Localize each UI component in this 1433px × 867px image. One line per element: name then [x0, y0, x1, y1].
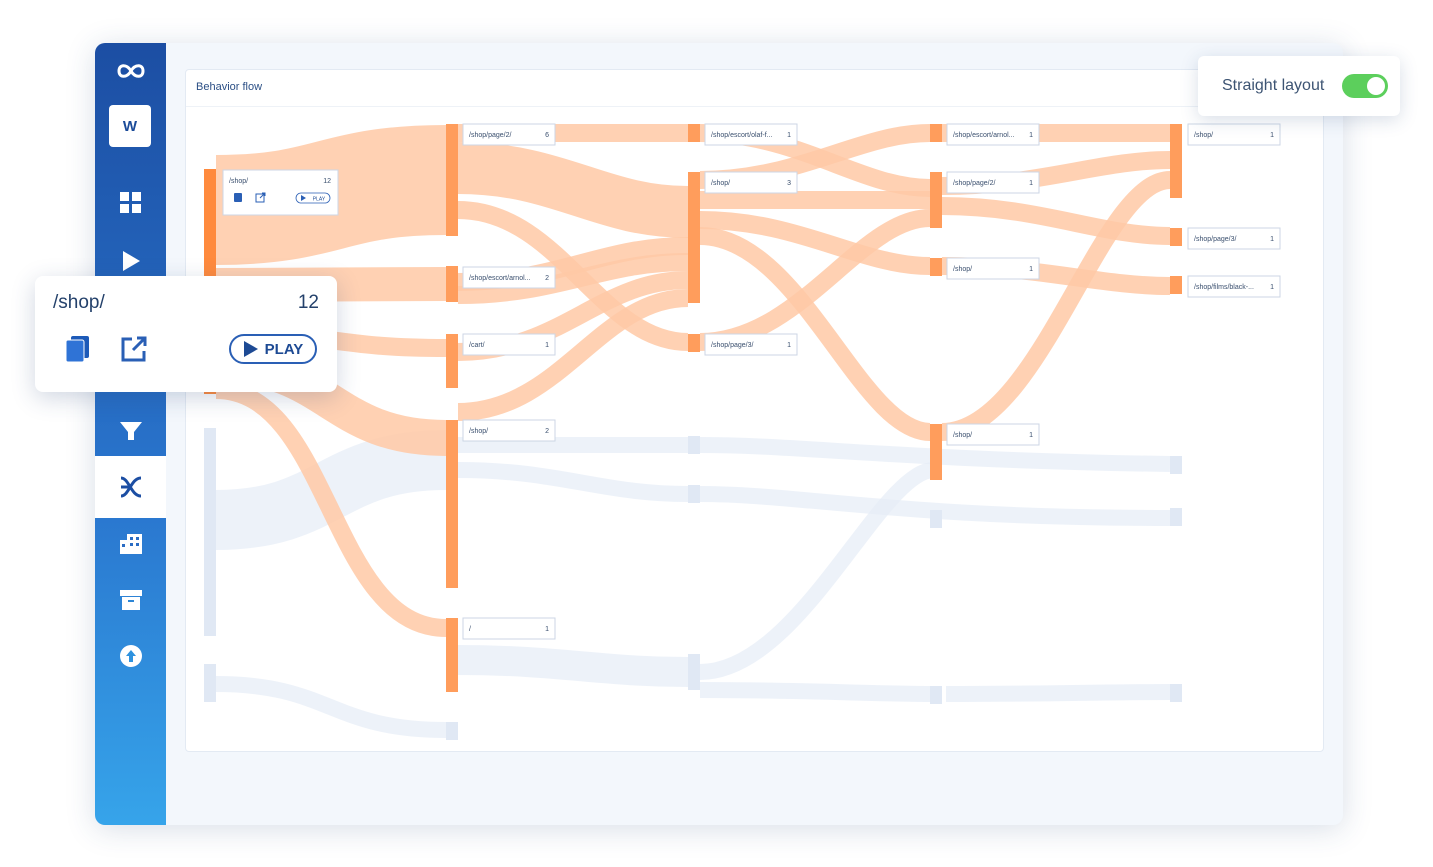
node-path: /shop/	[469, 428, 488, 435]
node-path: /shop/escort/arnol...	[953, 132, 1015, 139]
node-path: /shop/escort/arnol...	[469, 275, 531, 282]
behavior-flow-diagram: /shop/ 12 PLAY /shop/page/2/6/shop/escor…	[204, 123, 1281, 740]
node-label-card[interactable]: /shop/1	[946, 257, 1040, 280]
node-label-card[interactable]: /shop/page/3/1	[1187, 227, 1281, 250]
node-label-box	[462, 617, 556, 640]
toggle-knob	[1367, 77, 1385, 95]
node-path: /shop/page/3/	[711, 342, 753, 349]
start-node-card[interactable]: /shop/ 12 PLAY	[222, 169, 339, 216]
node-path: /shop/films/black-...	[1194, 284, 1254, 291]
node-label-card[interactable]: /shop/page/2/1	[946, 171, 1040, 194]
node-count: 1	[545, 342, 549, 349]
node-path: /shop/	[953, 266, 972, 273]
node-label-card[interactable]: /shop/escort/olaf-f... 1	[704, 123, 798, 146]
node-path: /shop/page/2/	[469, 132, 511, 139]
node-count: 1	[545, 626, 549, 633]
node-path: /shop/	[953, 432, 972, 439]
copy-icon[interactable]	[65, 336, 91, 364]
popover-path: /shop/	[53, 292, 105, 313]
node-count: 1	[787, 342, 791, 349]
node-path: /shop/	[711, 180, 730, 187]
node-path: /shop/escort/olaf-f...	[711, 132, 773, 139]
start-node-count: 12	[323, 178, 331, 185]
node-path: /cart/	[469, 342, 485, 349]
node-count: 1	[1270, 236, 1274, 243]
node-label-card[interactable]: /shop/page/3/1	[704, 333, 798, 356]
node-count: 1	[1029, 432, 1033, 439]
node-count: 2	[545, 275, 549, 282]
straight-layout-toggle[interactable]	[1342, 74, 1388, 98]
node-label-card[interactable]: /shop/2	[462, 419, 556, 442]
play-button[interactable]: PLAY	[229, 334, 317, 364]
node-label-card[interactable]: /shop/1	[946, 423, 1040, 446]
node-count: 6	[545, 132, 549, 139]
node-label-card[interactable]: /shop/page/2/6	[462, 123, 556, 146]
node-path: /shop/page/3/	[1194, 236, 1236, 243]
start-node-path: /shop/	[229, 178, 248, 185]
node-label-card[interactable]: /shop/escort/arnol... 1	[946, 123, 1040, 146]
straight-layout-label: Straight layout	[1222, 77, 1325, 94]
node-label-card[interactable]: /shop/3	[704, 171, 798, 194]
external-link-icon[interactable]	[121, 336, 147, 362]
node-label-card[interactable]: /cart/1	[462, 333, 556, 356]
node-count: 1	[1029, 266, 1033, 273]
play-icon	[243, 341, 258, 357]
node-count: 3	[787, 180, 791, 187]
straight-layout-card: Straight layout	[1198, 56, 1400, 116]
node-path: /	[469, 626, 471, 633]
node-count: 1	[1270, 132, 1274, 139]
copy-icon[interactable]	[234, 193, 242, 202]
node-count: 2	[545, 428, 549, 435]
node-count: 1	[1029, 132, 1033, 139]
node-count: 1	[787, 132, 791, 139]
node-label-card[interactable]: /1	[462, 617, 556, 640]
node-count: 1	[1029, 180, 1033, 187]
node-path: /shop/	[1194, 132, 1213, 139]
node-count: 1	[1270, 284, 1274, 291]
node-path: /shop/page/2/	[953, 180, 995, 187]
popover-count: 12	[297, 292, 319, 313]
node-label-card[interactable]: /shop/escort/arnol... 2	[462, 266, 556, 289]
play-button[interactable]: PLAY	[295, 192, 331, 204]
play-button-label: PLAY	[264, 340, 304, 358]
node-label-card[interactable]: /shop/films/black-... 1	[1187, 275, 1281, 298]
play-button-label: PLAY	[313, 197, 326, 203]
node-label-card[interactable]: /shop/1	[1187, 123, 1281, 146]
node-detail-popover: /shop/ 12 PLAY	[35, 276, 337, 392]
